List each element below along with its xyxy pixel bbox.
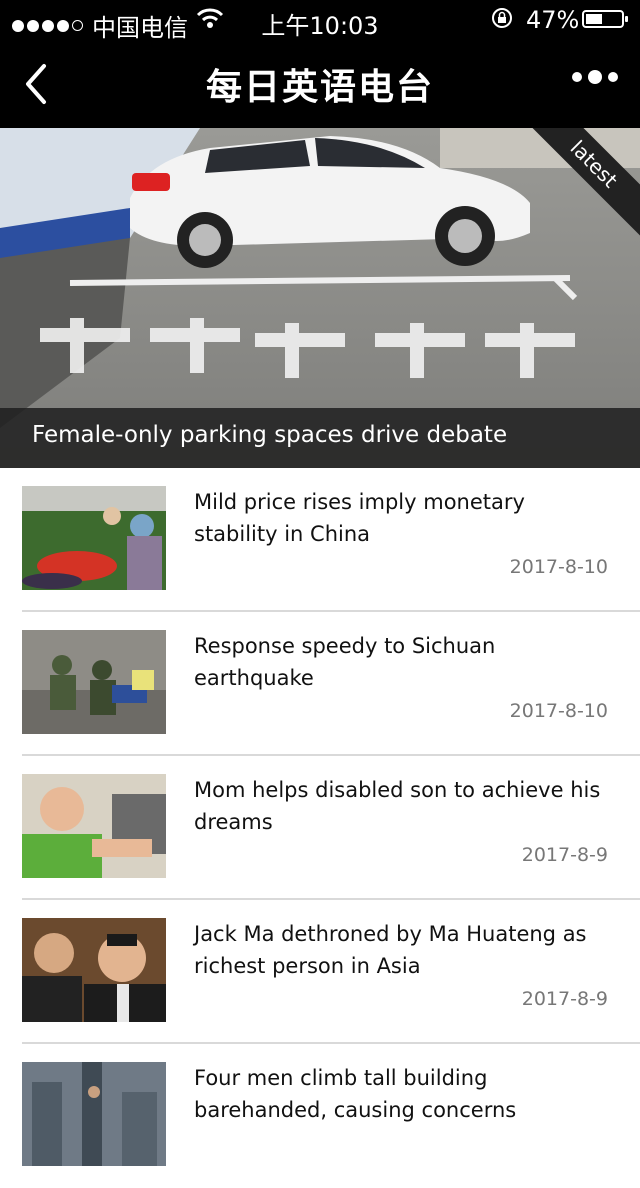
article-date: 2017-8-9 <box>521 844 608 866</box>
article-thumbnail <box>22 774 166 878</box>
article-thumbnail <box>22 918 166 1022</box>
status-bar: 中国电信 上午10:03 47% <box>0 0 640 42</box>
article-headline: Mild price rises imply monetary stabilit… <box>194 490 525 546</box>
article-headline: Jack Ma dethroned by Ma Huateng as riche… <box>194 922 587 978</box>
list-item[interactable]: Mom helps disabled son to achieve his dr… <box>22 756 640 900</box>
article-date: 2017-8-10 <box>509 556 608 578</box>
article-headline: Four men climb tall building barehanded,… <box>194 1066 517 1122</box>
article-thumbnail <box>22 486 166 590</box>
navigation-bar: 每日英语电台 <box>0 40 640 128</box>
article-headline: Mom helps disabled son to achieve his dr… <box>194 778 601 834</box>
article-thumbnail <box>22 1062 166 1166</box>
article-headline: Response speedy to Sichuan earthquake <box>194 634 496 690</box>
page-title: 每日英语电台 <box>205 67 434 108</box>
article-thumbnail <box>22 630 166 734</box>
featured-article-title: Female-only parking spaces drive debate <box>32 422 508 448</box>
article-date: 2017-8-9 <box>521 988 608 1010</box>
more-options-button[interactable] <box>566 70 618 84</box>
list-item[interactable]: Response speedy to Sichuan earthquake 20… <box>22 612 640 756</box>
rotation-lock-icon <box>490 6 514 36</box>
featured-article[interactable]: Female-only parking spaces drive debate … <box>0 128 640 468</box>
battery-icon <box>582 10 628 28</box>
list-item[interactable]: Mild price rises imply monetary stabilit… <box>22 468 640 612</box>
article-date: 2017-8-10 <box>509 700 608 722</box>
article-list: Mild price rises imply monetary stabilit… <box>0 468 640 1188</box>
battery-percent: 47% <box>526 6 580 34</box>
list-item[interactable]: Jack Ma dethroned by Ma Huateng as riche… <box>22 900 640 1044</box>
list-item[interactable]: Four men climb tall building barehanded,… <box>22 1044 640 1188</box>
